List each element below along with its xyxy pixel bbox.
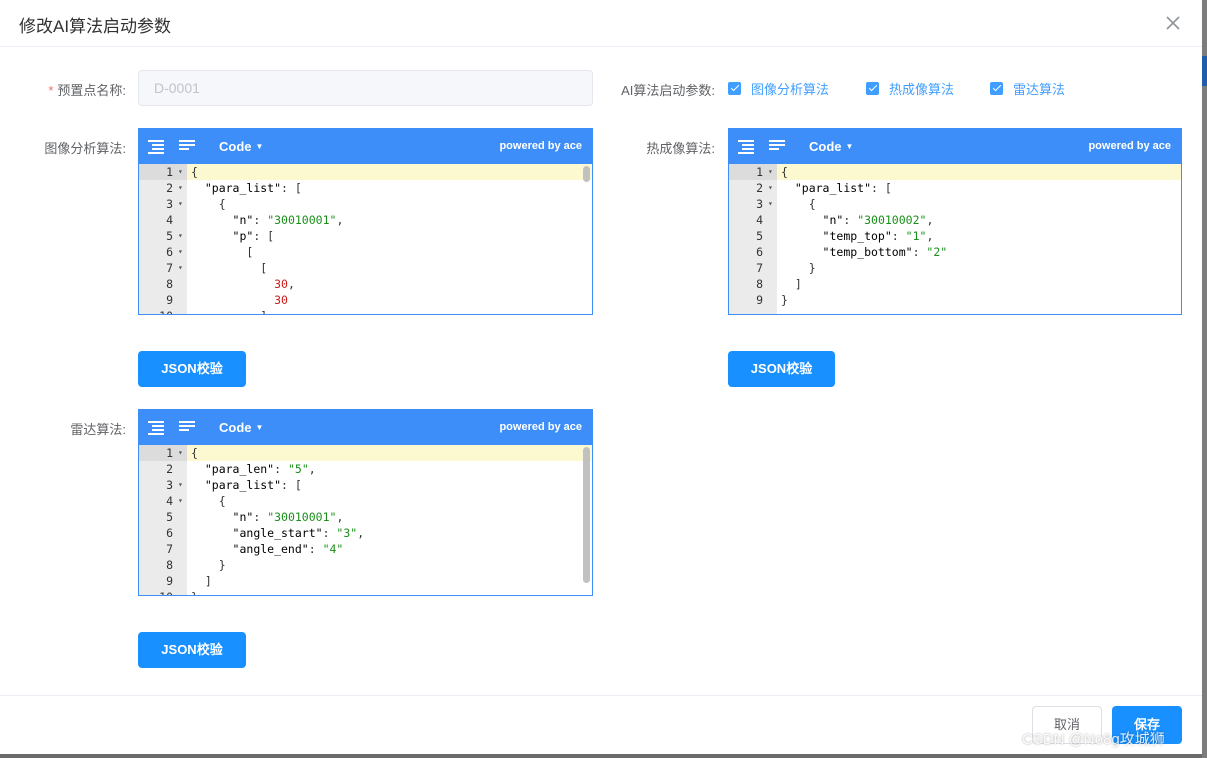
preset-name-input[interactable]	[138, 70, 593, 106]
mode-label: Code	[219, 139, 252, 154]
code-line: 9 ]	[166, 574, 212, 588]
fold-arrow-icon: ▾	[178, 167, 183, 176]
editor-toolbar: Code ▼ powered by ace	[139, 129, 592, 164]
checkbox-radar-label: 雷达算法	[1013, 81, 1066, 97]
radar-json-editor[interactable]: Code ▼ powered by ace 1 ▾{ 2 "para_len": "…	[138, 409, 593, 596]
editor-body[interactable]: 1 ▾{ 2 "para_len": "5", 3 ▾ "para_list": […	[139, 445, 592, 595]
code-line: 10}	[139, 589, 592, 595]
fold-arrow-icon: ▾	[178, 247, 183, 256]
caret-down-icon: ▼	[845, 142, 854, 151]
code-line: 9 30	[166, 293, 288, 307]
code-line: 1 ▾{	[139, 445, 592, 461]
fold-arrow-icon: ▾	[178, 480, 183, 489]
fold-arrow-icon: ▾	[768, 183, 773, 192]
mode-dropdown[interactable]: Code ▼	[219, 420, 263, 435]
fold-arrow-icon: ▾	[768, 167, 773, 176]
mode-label: Code	[809, 139, 842, 154]
code-line: 8 }	[166, 558, 226, 572]
editor-toolbar: Code ▼ powered by ace	[139, 410, 592, 445]
background-overlay-strip	[1202, 0, 1207, 758]
fold-arrow-icon: ▾	[768, 199, 773, 208]
editor-scrollbar[interactable]	[583, 166, 590, 182]
radar-label: 雷达算法:	[70, 422, 126, 437]
format-icon[interactable]	[148, 419, 166, 435]
checkbox-image-analysis-label: 图像分析算法	[751, 81, 830, 97]
powered-by-ace: powered by ace	[1088, 140, 1171, 152]
code-line: 3 ▾ {	[756, 197, 816, 211]
fold-arrow-icon: ▾	[178, 263, 183, 272]
fold-arrow-icon: ▾	[178, 448, 183, 457]
code-line: 3 ▾ {	[166, 197, 226, 211]
code-line: 2 ▾ "para_list": [	[166, 181, 302, 195]
thermal-label: 热成像算法:	[646, 141, 715, 156]
code-line: 9}	[756, 293, 788, 307]
caret-down-icon: ▼	[255, 142, 264, 151]
compact-icon[interactable]	[179, 138, 197, 154]
code-line: 8 ]	[756, 277, 802, 291]
mode-dropdown[interactable]: Code ▼	[219, 139, 263, 154]
code-line: 10 ]	[139, 308, 592, 314]
checkbox-thermal[interactable]: 热成像算法	[866, 79, 954, 97]
mode-label: Code	[219, 420, 252, 435]
code-line: 4 "n": "30010002",	[756, 213, 934, 227]
mode-dropdown[interactable]: Code ▼	[809, 139, 853, 154]
code-line: 7 "angle_end": "4"	[166, 542, 344, 556]
editor-scrollbar[interactable]	[583, 447, 590, 583]
dialog-header: 修改AI算法启动参数	[0, 0, 1202, 47]
code-line: 2 ▾ "para_list": [	[756, 181, 892, 195]
code-line: 5 "temp_top": "1",	[756, 229, 934, 243]
json-validate-button-thermal[interactable]: JSON校验	[728, 351, 835, 387]
editor-body[interactable]: 1 ▾{ 2 ▾ "para_list": [ 3 ▾ { 4 "n": "30010…	[729, 164, 1181, 314]
editor-body[interactable]: 1 ▾{ 2 ▾ "para_list": [ 3 ▾ { 4 "n": "30010…	[139, 164, 592, 314]
compact-icon[interactable]	[179, 419, 197, 435]
powered-by-ace: powered by ace	[499, 140, 582, 152]
required-mark: *	[48, 83, 54, 98]
checkbox-radar[interactable]: 雷达算法	[990, 79, 1065, 97]
footer-divider	[0, 695, 1202, 696]
background-marker	[1202, 56, 1207, 86]
checkbox-checked-icon	[990, 81, 1003, 95]
code-line: 6 "angle_start": "3",	[166, 526, 365, 540]
format-icon[interactable]	[738, 138, 756, 154]
code-line: 5 ▾ "p": [	[166, 229, 275, 243]
code-line: 2 "para_len": "5",	[166, 462, 316, 476]
code-line: 7 }	[756, 261, 816, 275]
editor-toolbar: Code ▼ powered by ace	[729, 129, 1181, 164]
preset-name-label: * 预置点名称:	[40, 80, 126, 99]
code-line: 6 ▾ [	[166, 245, 254, 259]
format-icon[interactable]	[148, 138, 166, 154]
json-validate-button-radar[interactable]: JSON校验	[138, 632, 246, 668]
checkbox-checked-icon	[728, 81, 741, 95]
fold-arrow-icon: ▾	[178, 183, 183, 192]
code-line: 4 "n": "30010001",	[166, 213, 344, 227]
compact-icon[interactable]	[769, 138, 787, 154]
code-line: 6 "temp_bottom": "2"	[756, 245, 948, 259]
close-icon[interactable]	[1162, 12, 1184, 34]
code-line: 5 "n": "30010001",	[166, 510, 344, 524]
json-validate-button-image[interactable]: JSON校验	[138, 351, 246, 387]
image-analysis-label: 图像分析算法:	[44, 141, 126, 156]
code-line: 7 ▾ [	[166, 261, 268, 275]
checkbox-checked-icon	[866, 81, 879, 95]
code-line: 1 ▾{	[139, 164, 592, 180]
caret-down-icon: ▼	[255, 423, 264, 432]
preset-name-label-text: 预置点名称:	[57, 83, 126, 98]
thermal-json-editor[interactable]: Code ▼ powered by ace 1 ▾{ 2 ▾ "para_list":…	[728, 128, 1182, 315]
code-line: 1 ▾{	[729, 164, 1181, 180]
code-line: 8 30,	[166, 277, 295, 291]
fold-arrow-icon: ▾	[178, 496, 183, 505]
code-line: 4 ▾ {	[166, 494, 226, 508]
code-line: 3 ▾ "para_list": [	[166, 478, 302, 492]
fold-arrow-icon: ▾	[178, 199, 183, 208]
powered-by-ace: powered by ace	[499, 421, 582, 433]
checkbox-thermal-label: 热成像算法	[889, 81, 955, 97]
dialog-title: 修改AI算法启动参数	[19, 17, 172, 36]
checkbox-image-analysis[interactable]: 图像分析算法	[728, 79, 829, 97]
image-analysis-json-editor[interactable]: Code ▼ powered by ace 1 ▾{ 2 ▾ "para_list":…	[138, 128, 593, 315]
edit-ai-params-dialog: 修改AI算法启动参数 *预置点名称: AI算法启动参数: 图像分析算法 热成像算…	[0, 0, 1202, 754]
algo-params-label: AI算法启动参数:	[621, 83, 715, 98]
fold-arrow-icon: ▾	[178, 231, 183, 240]
watermark: CSDN @No8g攻城狮	[1022, 731, 1165, 748]
